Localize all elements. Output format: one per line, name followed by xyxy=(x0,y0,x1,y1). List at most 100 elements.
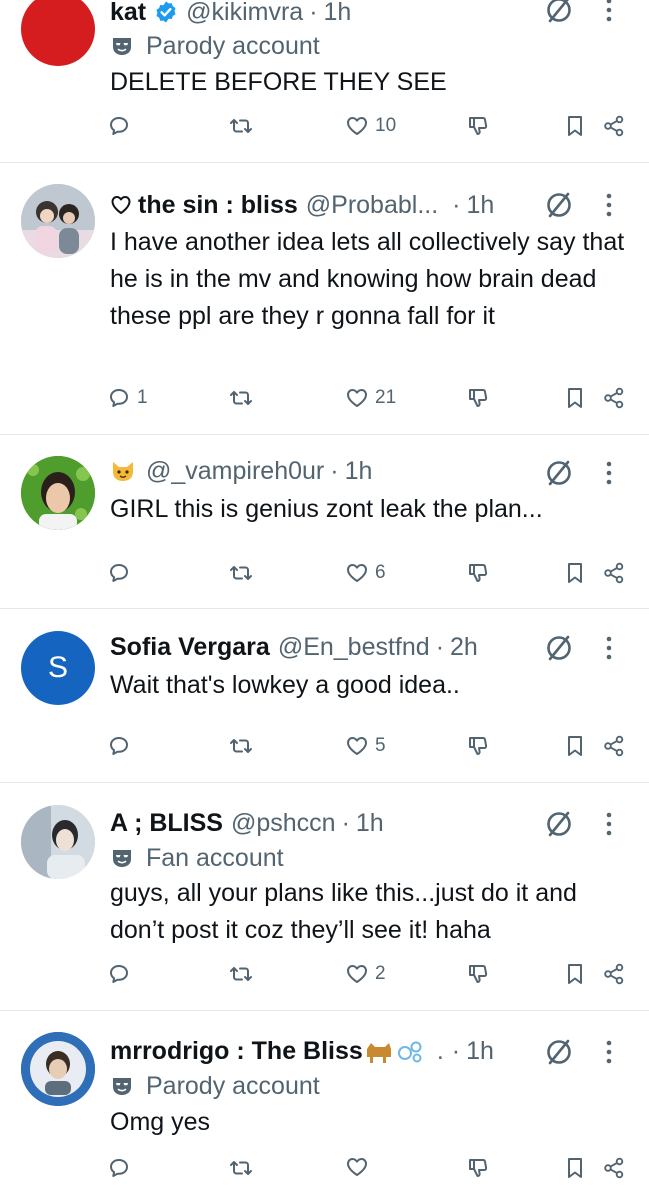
grok-slash-circle-icon[interactable] xyxy=(543,808,575,840)
bookmark-button[interactable] xyxy=(566,963,584,985)
like-button[interactable]: 10 xyxy=(346,115,396,137)
tweet[interactable]: A ; BLISS @pshccn · 1h Fan account guys,… xyxy=(0,783,649,1010)
verified-badge-icon xyxy=(156,1,176,23)
reply-button[interactable] xyxy=(108,115,137,137)
retweet-button[interactable] xyxy=(229,1157,260,1179)
grok-slash-circle-icon[interactable] xyxy=(543,1036,575,1068)
more-vertical-icon[interactable] xyxy=(603,810,615,838)
reply-button[interactable] xyxy=(108,735,137,757)
share-button[interactable] xyxy=(603,115,625,137)
avatar[interactable]: S xyxy=(21,631,95,705)
timestamp[interactable]: 1h xyxy=(466,1037,494,1066)
display-name[interactable]: kat xyxy=(110,0,146,27)
share-icon xyxy=(604,562,624,584)
retweet-button[interactable] xyxy=(229,735,260,757)
handle[interactable]: @Probabl... xyxy=(306,191,438,220)
retweet-button[interactable] xyxy=(229,387,260,409)
handle[interactable]: . xyxy=(437,1037,444,1066)
timestamp[interactable]: 1h xyxy=(324,0,352,27)
timestamp[interactable]: 1h xyxy=(466,191,494,220)
tweet-text: DELETE BEFORE THEY SEE xyxy=(110,68,447,96)
grok-slash-circle-icon[interactable] xyxy=(543,632,575,664)
like-button[interactable]: 6 xyxy=(346,562,386,584)
bookmark-icon xyxy=(568,563,582,583)
retweet-button[interactable] xyxy=(229,963,260,985)
handle[interactable]: @pshccn xyxy=(231,809,336,838)
tweet[interactable]: the sin : bliss @Probabl... · 1h I have … xyxy=(0,163,649,434)
masked-face-icon xyxy=(113,1078,131,1095)
handle[interactable]: @kikimvra xyxy=(186,0,303,27)
retweet-icon xyxy=(230,967,252,981)
like-button[interactable] xyxy=(346,1157,375,1177)
account-label-text: Fan account xyxy=(146,843,284,872)
dislike-button[interactable] xyxy=(467,963,489,985)
avatar[interactable] xyxy=(21,805,95,879)
tweet[interactable]: S Sofia Vergara @En_bestfnd · 2h Wait th… xyxy=(0,609,649,782)
more-vertical-icon[interactable] xyxy=(603,634,615,662)
retweet-button[interactable] xyxy=(229,115,260,137)
heart-icon xyxy=(347,117,367,135)
retweet-button[interactable] xyxy=(229,562,260,584)
share-button[interactable] xyxy=(603,963,625,985)
tweet-text: guys, all your plans like this...just do… xyxy=(110,879,577,944)
tweet-header: Sofia Vergara @En_bestfnd · 2h xyxy=(110,631,478,663)
more-vertical-icon[interactable] xyxy=(603,0,615,24)
display-name[interactable]: the sin : bliss xyxy=(138,191,298,220)
dislike-button[interactable] xyxy=(467,387,489,409)
reply-button[interactable] xyxy=(108,1157,137,1179)
thumbs-down-icon xyxy=(469,564,488,582)
share-icon xyxy=(604,115,624,137)
reply-button[interactable] xyxy=(108,562,137,584)
display-name[interactable]: A ; BLISS xyxy=(110,809,223,838)
share-icon xyxy=(604,963,624,985)
share-button[interactable] xyxy=(603,1157,625,1179)
timestamp[interactable]: 1h xyxy=(356,809,384,838)
bookmark-button[interactable] xyxy=(566,562,584,584)
bookmark-button[interactable] xyxy=(566,735,584,757)
grok-slash-circle-icon[interactable] xyxy=(543,0,575,26)
dislike-button[interactable] xyxy=(467,115,489,137)
share-button[interactable] xyxy=(603,387,625,409)
tweet-header: @_vampireh0ur · 1h xyxy=(110,455,372,487)
display-name[interactable]: mrrodrigo : The Bliss xyxy=(110,1037,363,1066)
handle[interactable]: @_vampireh0ur xyxy=(146,457,324,486)
dislike-button[interactable] xyxy=(467,562,489,584)
tweet-actions xyxy=(0,1157,649,1187)
timestamp[interactable]: 1h xyxy=(345,457,373,486)
handle[interactable]: @En_bestfnd xyxy=(278,633,430,662)
heart-icon xyxy=(347,564,367,582)
share-button[interactable] xyxy=(603,562,625,584)
reply-button[interactable] xyxy=(108,963,137,985)
avatar-photo xyxy=(21,456,95,530)
bookmark-button[interactable] xyxy=(566,115,584,137)
grok-slash-circle-icon[interactable] xyxy=(543,189,575,221)
heart-icon xyxy=(347,965,367,983)
avatar[interactable] xyxy=(21,1032,95,1106)
share-button[interactable] xyxy=(603,735,625,757)
separator-dot: · xyxy=(341,808,350,837)
dislike-button[interactable] xyxy=(467,735,489,757)
grok-slash-circle-icon[interactable] xyxy=(543,457,575,489)
timestamp[interactable]: 2h xyxy=(450,633,478,662)
like-button[interactable]: 5 xyxy=(346,735,386,757)
avatar-photo xyxy=(21,805,95,879)
bookmark-button[interactable] xyxy=(566,387,584,409)
more-vertical-icon[interactable] xyxy=(603,1038,615,1066)
like-button[interactable]: 2 xyxy=(346,963,386,985)
more-vertical-icon[interactable] xyxy=(603,191,615,219)
avatar[interactable] xyxy=(21,0,95,66)
bookmark-button[interactable] xyxy=(566,1157,584,1179)
tweet[interactable]: kat @kikimvra · 1h Parody account DELETE… xyxy=(0,0,649,162)
dislike-button[interactable] xyxy=(467,1157,489,1179)
reply-bubble-icon xyxy=(110,965,128,983)
avatar-initial: S xyxy=(47,651,68,684)
avatar[interactable] xyxy=(21,184,95,258)
reply-button[interactable]: 1 xyxy=(108,387,148,409)
more-vertical-icon[interactable] xyxy=(603,459,615,487)
like-button[interactable]: 21 xyxy=(346,387,396,409)
tweet[interactable]: mrrodrigo : The Bliss . · 1h Parody acco… xyxy=(0,1011,649,1200)
avatar[interactable] xyxy=(21,456,95,530)
tweet[interactable]: @_vampireh0ur · 1h GIRL this is genius z… xyxy=(0,435,649,608)
retweet-icon xyxy=(230,566,252,580)
display-name[interactable]: Sofia Vergara xyxy=(110,633,270,662)
